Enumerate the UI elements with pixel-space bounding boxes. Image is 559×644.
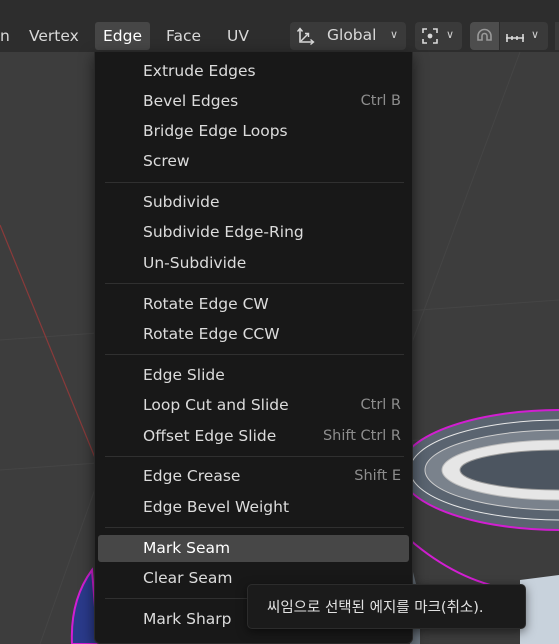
- menu-item-extrude-edges[interactable]: Extrude Edges: [98, 58, 409, 85]
- menu-item-bridge-edge-loops[interactable]: Bridge Edge Loops: [98, 118, 409, 145]
- transform-orientation-dropdown[interactable]: Global ∨: [290, 22, 406, 50]
- menu-item-bevel-edges[interactable]: Bevel Edges Ctrl B: [98, 88, 409, 115]
- viewport-header: n Vertex Edge Face UV Global ∨ ∨ ∨: [0, 0, 559, 52]
- menu-item-edge-bevel-weight[interactable]: Edge Bevel Weight: [98, 494, 409, 521]
- pivot-point-dropdown[interactable]: ∨: [415, 22, 462, 50]
- menu-item-subdivide[interactable]: Subdivide: [98, 189, 409, 216]
- menu-separator: [105, 182, 404, 183]
- menu-item-offset-edge-slide[interactable]: Offset Edge Slide Shift Ctrl R: [98, 423, 409, 450]
- header-overflow-edge: [555, 22, 559, 50]
- menu-uv[interactable]: UV: [219, 22, 257, 50]
- menu-item-mark-seam[interactable]: Mark Seam: [98, 535, 409, 562]
- menu-item-rotate-edge-ccw[interactable]: Rotate Edge CCW: [98, 321, 409, 348]
- menu-item-edge-crease[interactable]: Edge Crease Shift E: [98, 463, 409, 490]
- edge-menu: Extrude Edges Bevel Edges Ctrl B Bridge …: [94, 52, 413, 644]
- menu-face[interactable]: Face: [158, 22, 209, 50]
- chevron-down-icon: ∨: [446, 28, 455, 41]
- pivot-point-icon: [422, 28, 438, 44]
- tooltip-text: 씨임으로 선택된 에지를 마크(취소).: [267, 600, 484, 616]
- menu-mesh-partial[interactable]: n: [0, 22, 18, 50]
- menu-item-un-subdivide[interactable]: Un-Subdivide: [98, 250, 409, 277]
- menu-vertex[interactable]: Vertex: [21, 22, 87, 50]
- menu-item-edge-slide[interactable]: Edge Slide: [98, 362, 409, 389]
- menu-item-screw[interactable]: Screw: [98, 148, 409, 175]
- transform-orientation-label: Global: [327, 26, 377, 44]
- menu-edge[interactable]: Edge: [95, 22, 151, 50]
- transform-orientation-icon: [296, 27, 315, 46]
- snap-magnet-icon: [477, 28, 492, 41]
- snap-increment-icon: [506, 34, 524, 42]
- chevron-down-icon: ∨: [390, 28, 399, 41]
- snap-target-dropdown[interactable]: ∨: [500, 22, 548, 50]
- menu-item-subdivide-edge-ring[interactable]: Subdivide Edge-Ring: [98, 219, 409, 246]
- menu-separator: [105, 354, 404, 355]
- menu-item-loop-cut-and-slide[interactable]: Loop Cut and Slide Ctrl R: [98, 392, 409, 419]
- menu-separator: [105, 527, 404, 528]
- menu-separator: [105, 283, 404, 284]
- snap-toggle[interactable]: [470, 22, 499, 50]
- tooltip: 씨임으로 선택된 에지를 마크(취소).: [247, 584, 526, 629]
- menu-item-rotate-edge-cw[interactable]: Rotate Edge CW: [98, 291, 409, 318]
- chevron-down-icon: ∨: [531, 28, 540, 41]
- menu-separator: [105, 456, 404, 457]
